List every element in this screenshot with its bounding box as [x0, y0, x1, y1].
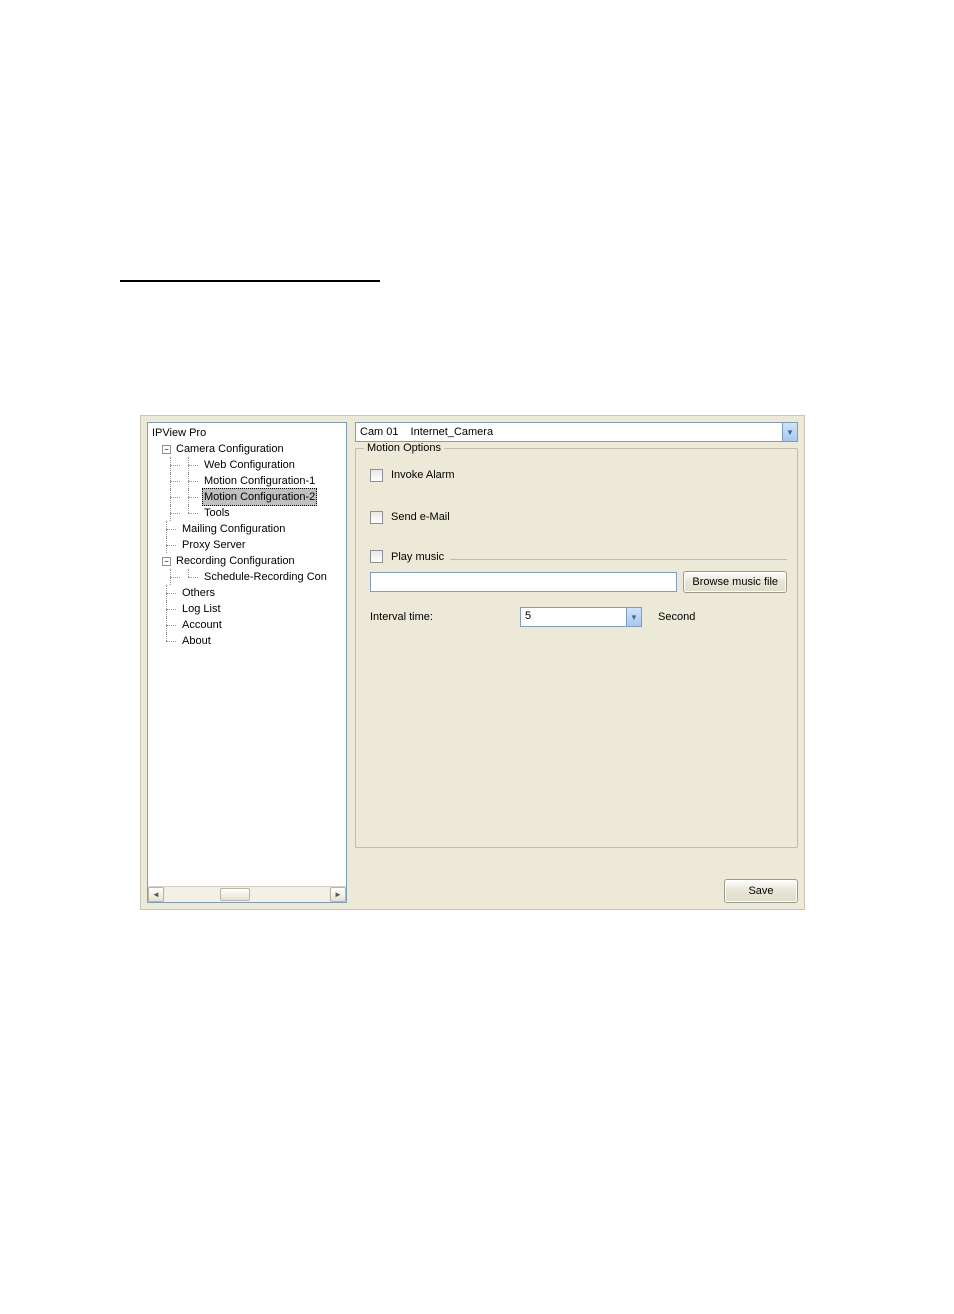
save-button[interactable]: Save	[724, 879, 798, 903]
tree-mailing-config[interactable]: Mailing Configuration	[180, 521, 287, 537]
tree-motion-config-1[interactable]: Motion Configuration-1	[202, 473, 317, 489]
camera-select-field: Cam 01 Internet_Camera	[355, 422, 782, 442]
play-music-label: Play music	[391, 551, 444, 563]
play-music-subgroup: Play music Browse music file Interval ti…	[370, 559, 787, 627]
config-tree[interactable]: IPView Pro − Camera Configuration	[148, 423, 346, 651]
tree-camera-config[interactable]: Camera Configuration	[174, 441, 286, 457]
tree-motion-config-2[interactable]: Motion Configuration-2	[202, 488, 317, 506]
divider-line	[120, 280, 380, 282]
group-title: Motion Options	[364, 442, 444, 454]
music-file-input[interactable]	[370, 572, 677, 592]
tree-tools[interactable]: Tools	[202, 505, 232, 521]
expander-icon[interactable]: −	[162, 557, 171, 566]
send-email-checkbox[interactable]	[370, 511, 383, 524]
send-email-label: Send e-Mail	[391, 511, 450, 523]
tree-web-config[interactable]: Web Configuration	[202, 457, 297, 473]
tree-recording-config[interactable]: Recording Configuration	[174, 553, 297, 569]
dropdown-icon[interactable]: ▼	[782, 422, 798, 442]
dropdown-icon[interactable]: ▼	[626, 607, 642, 627]
play-music-checkbox[interactable]	[370, 550, 383, 563]
camera-select[interactable]: Cam 01 Internet_Camera ▼	[355, 422, 798, 442]
scroll-thumb[interactable]	[220, 888, 250, 901]
scroll-left-icon[interactable]: ◄	[148, 887, 164, 902]
tree-h-scrollbar[interactable]: ◄ ►	[148, 886, 346, 902]
camera-name: Internet_Camera	[411, 426, 494, 438]
tree-log-list[interactable]: Log List	[180, 601, 223, 617]
content-panel: Cam 01 Internet_Camera ▼ Motion Options …	[347, 422, 798, 903]
interval-unit-label: Second	[658, 611, 695, 623]
tree-schedule-recording[interactable]: Schedule-Recording Con	[202, 569, 329, 585]
settings-window: IPView Pro − Camera Configuration	[140, 415, 805, 910]
motion-options-group: Motion Options Invoke Alarm Send e-Mail …	[355, 448, 798, 848]
invoke-alarm-checkbox[interactable]	[370, 469, 383, 482]
tree-account[interactable]: Account	[180, 617, 224, 633]
scroll-track[interactable]	[165, 887, 329, 902]
interval-time-label: Interval time:	[370, 611, 510, 623]
scroll-right-icon[interactable]: ►	[330, 887, 346, 902]
interval-time-combo[interactable]: 5 ▼	[520, 607, 642, 627]
camera-id: Cam 01	[360, 426, 399, 438]
tree-proxy-server[interactable]: Proxy Server	[180, 537, 248, 553]
invoke-alarm-label: Invoke Alarm	[391, 469, 455, 481]
expander-icon[interactable]: −	[162, 445, 171, 454]
browse-music-button[interactable]: Browse music file	[683, 571, 787, 593]
config-tree-panel: IPView Pro − Camera Configuration	[147, 422, 347, 903]
tree-others[interactable]: Others	[180, 585, 217, 601]
tree-root[interactable]: IPView Pro	[150, 425, 208, 441]
tree-about[interactable]: About	[180, 633, 213, 649]
interval-value[interactable]: 5	[520, 607, 626, 627]
